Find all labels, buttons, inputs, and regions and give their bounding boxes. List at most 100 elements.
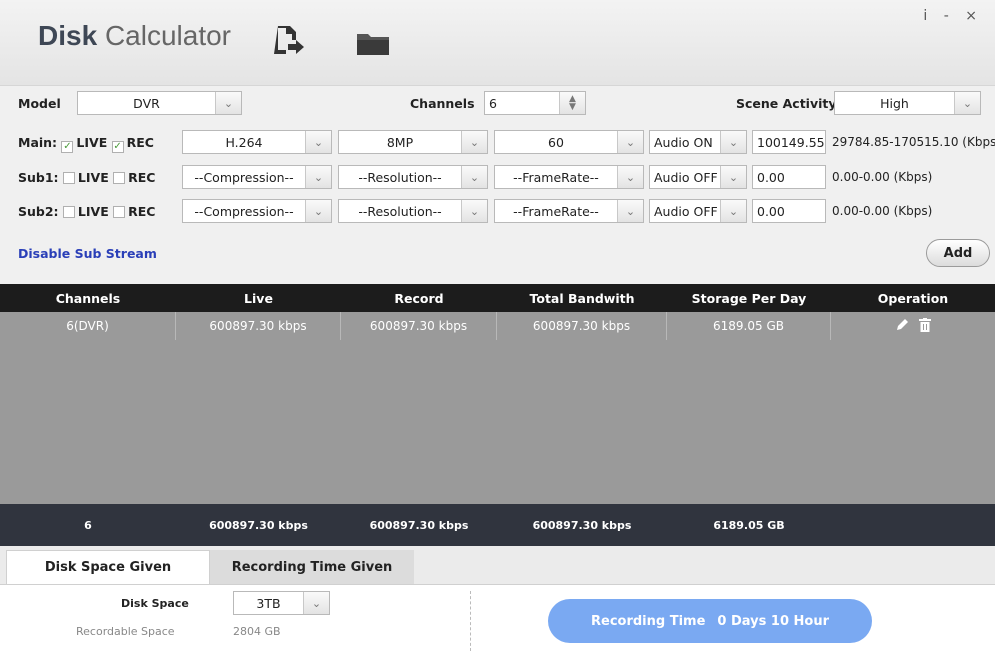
- tab-recording-time-given[interactable]: Recording Time Given: [210, 550, 414, 584]
- main-rec-label: REC: [126, 135, 154, 150]
- disable-sub-stream-link[interactable]: Disable Sub Stream: [18, 246, 157, 261]
- chevron-down-icon[interactable]: ⌄: [305, 200, 331, 222]
- col-total-bandwidth: Total Bandwith: [529, 290, 635, 306]
- footer-record: 600897.30 kbps: [369, 518, 469, 532]
- recordable-space-value: 2804 GB: [233, 625, 281, 638]
- sub1-audio-value: Audio OFF: [654, 169, 718, 185]
- settings-form: Model DVR ⌄ Channels 6 ▲ ▼ Scene Activity…: [0, 86, 995, 284]
- recordable-space-label: Recordable Space: [76, 625, 175, 638]
- disk-space-value: 3TB: [256, 595, 281, 611]
- main-framerate-select[interactable]: 60 ⌄: [494, 130, 644, 154]
- main-compression-select[interactable]: H.264 ⌄: [182, 130, 332, 154]
- cell-operation: [831, 312, 995, 340]
- chevron-down-icon[interactable]: ⌄: [461, 200, 487, 222]
- sub2-label: Sub2:: [18, 204, 59, 219]
- sub1-framerate-value: --FrameRate--: [513, 169, 599, 185]
- table-row[interactable]: 6(DVR) 600897.30 kbps 600897.30 kbps 600…: [0, 312, 995, 340]
- sub2-audio-select[interactable]: Audio OFF ⌄: [649, 199, 747, 223]
- export-icon[interactable]: [270, 22, 306, 61]
- model-select[interactable]: DVR ⌄: [77, 91, 242, 115]
- col-live: Live: [244, 290, 273, 306]
- disk-space-panel: Disk Space 3TB ⌄ Recordable Space 2804 G…: [0, 584, 995, 655]
- chevron-down-icon[interactable]: ⌄: [720, 131, 746, 153]
- sub1-resolution-select[interactable]: --Resolution-- ⌄: [338, 165, 488, 189]
- main-bitrate-input[interactable]: 100149.55: [752, 130, 826, 154]
- folder-icon[interactable]: [356, 30, 390, 59]
- minimize-button[interactable]: -: [944, 8, 955, 24]
- main-bitrate-value: 100149.55: [757, 134, 825, 150]
- chevron-down-icon[interactable]: ⌄: [461, 166, 487, 188]
- sub1-framerate-select[interactable]: --FrameRate-- ⌄: [494, 165, 644, 189]
- chevron-down-icon[interactable]: ⌄: [720, 166, 746, 188]
- sub1-audio-select[interactable]: Audio OFF ⌄: [649, 165, 747, 189]
- main-row-label: Main: ✓ LIVE ✓ REC: [18, 135, 154, 153]
- sub1-rec-checkbox[interactable]: [113, 172, 126, 184]
- channels-stepper[interactable]: 6 ▲ ▼: [484, 91, 586, 115]
- close-button[interactable]: ×: [965, 8, 983, 24]
- sub2-rec-label: REC: [128, 204, 156, 219]
- scene-activity-label: Scene Activity: [736, 96, 837, 111]
- main-audio-value: Audio ON: [654, 134, 713, 150]
- chevron-down-icon[interactable]: ⌄: [215, 92, 241, 114]
- disk-space-select[interactable]: 3TB ⌄: [233, 591, 330, 615]
- main-rec-checkbox[interactable]: ✓: [111, 141, 124, 153]
- footer-operation: [831, 504, 995, 546]
- sub1-rec-label: REC: [128, 170, 156, 185]
- sub2-resolution-select[interactable]: --Resolution-- ⌄: [338, 199, 488, 223]
- chevron-down-icon[interactable]: ⌄: [954, 92, 980, 114]
- spinner-icon[interactable]: ▲ ▼: [559, 92, 585, 114]
- sub2-compression-select[interactable]: --Compression-- ⌄: [182, 199, 332, 223]
- sub1-resolution-value: --Resolution--: [358, 169, 442, 185]
- edit-icon[interactable]: [895, 318, 909, 335]
- sub1-bitrate-range: 0.00-0.00 (Kbps): [832, 170, 933, 184]
- sub2-rec-checkbox[interactable]: [113, 206, 126, 218]
- sub2-framerate-value: --FrameRate--: [513, 203, 599, 219]
- chevron-down-icon[interactable]: ⌄: [617, 166, 643, 188]
- sub1-live-label: LIVE: [77, 170, 109, 185]
- disk-calculator-app: Disk Calculator i - × Model DVR ⌄ Channe…: [0, 0, 995, 655]
- add-button[interactable]: Add: [926, 239, 990, 267]
- main-framerate-value: 60: [548, 134, 564, 150]
- tab-disk-space-given[interactable]: Disk Space Given: [6, 550, 210, 584]
- footer-channels: 6: [84, 518, 92, 532]
- sub2-bitrate-input[interactable]: 0.00: [752, 199, 826, 223]
- main-resolution-select[interactable]: 8MP ⌄: [338, 130, 488, 154]
- chevron-down-icon[interactable]: ⌄: [720, 200, 746, 222]
- recording-time-display: Recording Time 0 Days 10 Hour: [548, 599, 872, 643]
- app-title-rest: Calculator: [104, 20, 231, 51]
- cell-live: 600897.30 kbps: [176, 312, 341, 340]
- chevron-down-icon[interactable]: ⌄: [303, 592, 329, 614]
- main-live-checkbox[interactable]: ✓: [61, 141, 74, 153]
- cell-total: 600897.30 kbps: [497, 312, 667, 340]
- chevron-down-icon[interactable]: ⌄: [461, 131, 487, 153]
- col-record: Record: [394, 290, 444, 306]
- chevron-down-icon[interactable]: ⌄: [617, 200, 643, 222]
- main-audio-select[interactable]: Audio ON ⌄: [649, 130, 747, 154]
- sub2-compression-value: --Compression--: [194, 203, 294, 219]
- sub2-framerate-select[interactable]: --FrameRate-- ⌄: [494, 199, 644, 223]
- title-bar: Disk Calculator i - ×: [0, 0, 995, 86]
- trash-icon[interactable]: [919, 317, 931, 335]
- sub2-live-checkbox[interactable]: [62, 206, 75, 218]
- sub2-resolution-value: --Resolution--: [358, 203, 442, 219]
- sub1-live-checkbox[interactable]: [62, 172, 75, 184]
- scene-activity-select[interactable]: High ⌄: [834, 91, 981, 115]
- sub1-compression-select[interactable]: --Compression-- ⌄: [182, 165, 332, 189]
- divider: [470, 591, 471, 651]
- model-label: Model: [18, 96, 61, 111]
- info-icon[interactable]: i: [923, 8, 933, 24]
- channels-label: Channels: [410, 96, 475, 111]
- sub1-bitrate-input[interactable]: 0.00: [752, 165, 826, 189]
- main-compression-value: H.264: [225, 134, 263, 150]
- sub2-bitrate-range: 0.00-0.00 (Kbps): [832, 204, 933, 218]
- cell-storage: 6189.05 GB: [667, 312, 831, 340]
- chevron-down-icon[interactable]: ⌄: [617, 131, 643, 153]
- footer-storage: 6189.05 GB: [713, 518, 785, 532]
- disk-space-label: Disk Space: [121, 597, 189, 610]
- chevron-down-icon[interactable]: ⌄: [305, 166, 331, 188]
- model-value: DVR: [133, 95, 160, 111]
- chevron-down-icon[interactable]: ⌄: [305, 131, 331, 153]
- footer-live: 600897.30 kbps: [209, 518, 308, 532]
- footer-total: 600897.30 kbps: [532, 518, 632, 532]
- cell-record: 600897.30 kbps: [341, 312, 497, 340]
